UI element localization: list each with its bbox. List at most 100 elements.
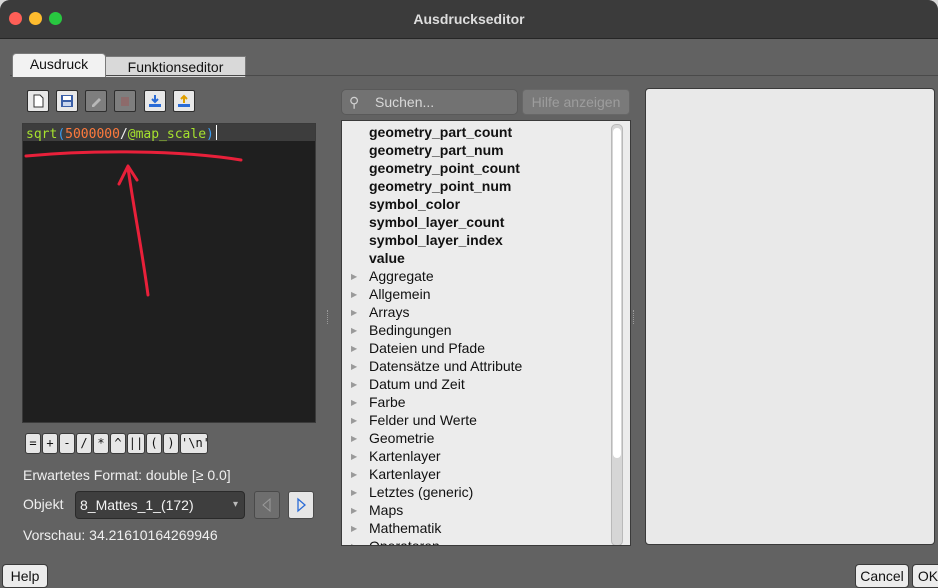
list-item-variable[interactable]: geometry_point_count xyxy=(369,160,520,178)
list-group[interactable]: ▶ Datensätze und Attribute xyxy=(351,358,522,376)
operator-newline-button[interactable]: '\n' xyxy=(180,433,210,454)
list-group-label: Geometrie xyxy=(369,430,435,446)
edit-button[interactable] xyxy=(85,90,107,112)
list-group[interactable]: ▶ Allgemein xyxy=(351,286,430,304)
chevron-down-icon: ▾ xyxy=(232,499,238,510)
expand-triangle-icon: ▶ xyxy=(351,506,358,515)
tab-expression[interactable]: Ausdruck xyxy=(12,53,106,77)
operator-open-paren-button[interactable]: ( xyxy=(146,433,162,454)
save-button[interactable] xyxy=(56,90,78,112)
right-splitter-handle[interactable] xyxy=(633,310,636,324)
expression-editor-window: Ausdruckseditor Ausdruck Funktionseditor… xyxy=(0,0,938,588)
delete-icon xyxy=(121,97,129,106)
expand-triangle-icon: ▶ xyxy=(351,344,358,353)
window-title: Ausdruckseditor xyxy=(413,11,525,27)
list-item-variable[interactable]: value xyxy=(369,250,405,268)
list-group[interactable]: ▶ Geometrie xyxy=(351,430,434,448)
list-group-label: Arrays xyxy=(369,304,410,320)
export-icon xyxy=(178,94,190,107)
expression-editor[interactable]: sqrt(5000000/@map_scale) xyxy=(22,123,316,423)
expand-triangle-icon: ▶ xyxy=(351,362,358,371)
object-select[interactable]: 8_Mattes_1_(172) ▾ xyxy=(75,491,245,519)
code-operator: / xyxy=(119,127,128,142)
cancel-button[interactable]: Cancel xyxy=(855,564,909,588)
list-group-label: Datensätze und Attribute xyxy=(369,358,523,374)
list-group[interactable]: ▶ Mathematik xyxy=(351,520,441,538)
operator-plus-button[interactable]: + xyxy=(42,433,58,454)
operator-power-button[interactable]: ^ xyxy=(110,433,126,454)
tab-function-editor[interactable]: Funktionseditor xyxy=(105,56,246,77)
list-group[interactable]: ▶ Farbe xyxy=(351,394,406,412)
operator-concat-button[interactable]: || xyxy=(127,433,145,454)
preview-label: Vorschau: xyxy=(23,527,86,543)
list-item-variable[interactable]: symbol_color xyxy=(369,196,460,214)
previous-feature-button[interactable] xyxy=(254,491,280,519)
operator-minus-button[interactable]: - xyxy=(59,433,75,454)
import-button[interactable] xyxy=(144,90,166,112)
help-button[interactable]: Help xyxy=(2,564,48,588)
search-icon: ⚲ xyxy=(349,94,360,110)
expand-triangle-icon: ▶ xyxy=(351,416,358,425)
help-panel xyxy=(645,88,935,545)
expand-triangle-icon: ▶ xyxy=(351,398,358,407)
code-number: 5000000 xyxy=(65,127,120,142)
preview-value: 34.21610164269946 xyxy=(89,527,218,543)
operator-divide-button[interactable]: / xyxy=(76,433,92,454)
list-item-variable[interactable]: symbol_layer_index xyxy=(369,232,503,250)
code-close-paren: ) xyxy=(206,127,214,142)
expand-triangle-icon: ▶ xyxy=(351,308,358,317)
list-group[interactable]: ▶ Kartenlayer xyxy=(351,466,441,484)
list-group-label: Dateien und Pfade xyxy=(369,340,485,356)
ok-button[interactable]: OK xyxy=(912,564,938,588)
list-item-variable[interactable]: geometry_part_count xyxy=(369,124,512,142)
list-item-variable[interactable]: symbol_layer_count xyxy=(369,214,504,232)
object-select-value: 8_Mattes_1_(172) xyxy=(80,497,194,513)
expected-format-value: double [≥ 0.0] xyxy=(145,467,231,483)
list-group-label: Allgemein xyxy=(369,286,431,302)
new-file-button[interactable] xyxy=(27,90,49,112)
expand-triangle-icon: ▶ xyxy=(351,542,369,545)
function-list-scrollbar[interactable] xyxy=(611,124,623,545)
list-group-label: Farbe xyxy=(369,394,406,410)
code-function: sqrt xyxy=(26,127,58,142)
list-group[interactable]: ▶ Datum und Zeit xyxy=(351,376,465,394)
list-group[interactable]: ▶ Letztes (generic) xyxy=(351,484,473,502)
object-label: Objekt xyxy=(23,496,64,512)
edit-icon xyxy=(92,98,101,107)
operator-equals-button[interactable]: = xyxy=(25,433,41,454)
list-group[interactable]: ▶ Dateien und Pfade xyxy=(351,340,485,358)
list-group[interactable]: ▶ Aggregate xyxy=(351,268,434,286)
list-group[interactable]: ▶ Bedingungen xyxy=(351,322,452,340)
list-group-label: Letztes (generic) xyxy=(369,484,474,500)
function-list[interactable]: geometry_part_count geometry_part_num ge… xyxy=(341,120,631,546)
expand-triangle-icon: ▶ xyxy=(351,326,358,335)
text-cursor xyxy=(215,125,217,140)
list-group[interactable]: ▶ Kartenlayer xyxy=(351,448,441,466)
list-group[interactable]: ▶ Arrays xyxy=(351,304,409,322)
next-feature-button[interactable] xyxy=(288,491,314,519)
expand-triangle-icon: ▶ xyxy=(351,434,358,443)
delete-button[interactable] xyxy=(114,90,136,112)
list-group[interactable]: ▶ Maps xyxy=(351,502,403,520)
list-group-label: Kartenlayer xyxy=(369,448,441,464)
expected-format: Erwartetes Format: double [≥ 0.0] xyxy=(23,467,231,483)
list-item-variable[interactable]: geometry_part_num xyxy=(369,142,504,160)
export-button[interactable] xyxy=(173,90,195,112)
expand-triangle-icon: ▶ xyxy=(351,290,358,299)
show-help-button[interactable]: Hilfe anzeigen xyxy=(522,89,630,115)
tab-bar: Ausdruck Funktionseditor xyxy=(0,38,938,77)
code-open-paren: ( xyxy=(57,127,66,142)
operator-close-paren-button[interactable]: ) xyxy=(163,433,179,454)
list-item-variable[interactable]: geometry_point_num xyxy=(369,178,511,196)
list-group[interactable]: ▶ Felder und Werte xyxy=(351,412,477,430)
list-group-label: Felder und Werte xyxy=(369,412,477,428)
expression-text[interactable]: sqrt(5000000/@map_scale) xyxy=(26,125,217,142)
list-group-label: Maps xyxy=(369,502,404,518)
scrollbar-thumb[interactable] xyxy=(613,128,621,458)
search-input[interactable]: ⚲ Suchen... xyxy=(341,89,518,115)
new-file-icon xyxy=(33,94,44,108)
list-group[interactable]: ▶Operatoren xyxy=(351,538,440,545)
left-splitter-handle[interactable] xyxy=(327,310,330,324)
operator-multiply-button[interactable]: * xyxy=(93,433,109,454)
list-group-label: Bedingungen xyxy=(369,322,452,338)
